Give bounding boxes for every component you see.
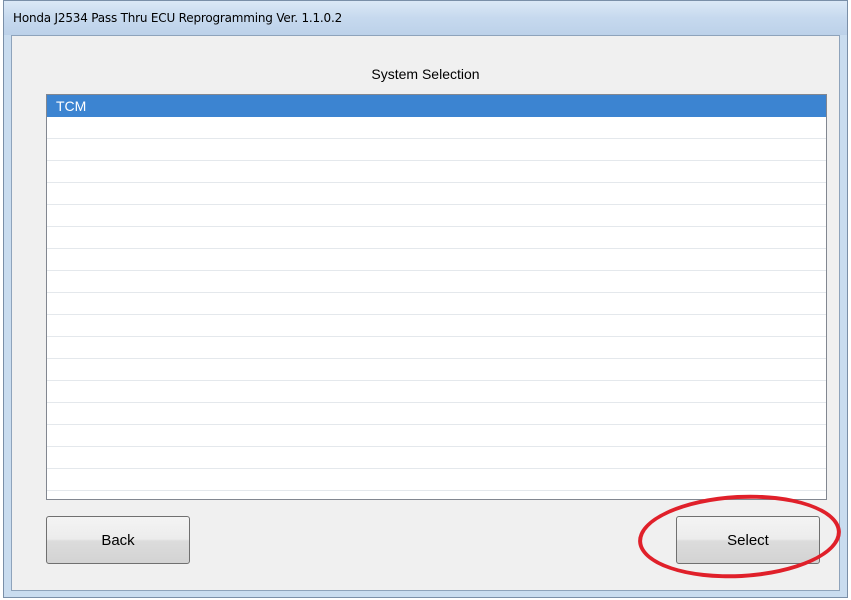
- list-item[interactable]: [47, 139, 826, 161]
- list-item[interactable]: [47, 271, 826, 293]
- window-title: Honda J2534 Pass Thru ECU Reprogramming …: [13, 11, 343, 25]
- client-area: System Selection TCM Back Select: [11, 35, 840, 591]
- system-list[interactable]: TCM: [46, 94, 827, 500]
- list-item[interactable]: [47, 469, 826, 491]
- list-item[interactable]: [47, 425, 826, 447]
- page-title: System Selection: [371, 66, 480, 82]
- app-window: Honda J2534 Pass Thru ECU Reprogramming …: [3, 0, 848, 598]
- list-item[interactable]: [47, 183, 826, 205]
- list-item[interactable]: [47, 117, 826, 139]
- list-item[interactable]: [47, 249, 826, 271]
- list-item[interactable]: [47, 337, 826, 359]
- title-bar[interactable]: Honda J2534 Pass Thru ECU Reprogramming …: [4, 1, 847, 35]
- list-item[interactable]: [47, 381, 826, 403]
- back-button[interactable]: Back: [46, 516, 190, 564]
- list-item[interactable]: [47, 359, 826, 381]
- list-item[interactable]: [47, 315, 826, 337]
- list-item[interactable]: [47, 403, 826, 425]
- list-item-tcm[interactable]: TCM: [47, 95, 826, 117]
- select-button[interactable]: Select: [676, 516, 820, 564]
- list-item[interactable]: [47, 227, 826, 249]
- list-item[interactable]: [47, 205, 826, 227]
- list-item[interactable]: [47, 447, 826, 469]
- list-item[interactable]: [47, 161, 826, 183]
- list-item[interactable]: [47, 293, 826, 315]
